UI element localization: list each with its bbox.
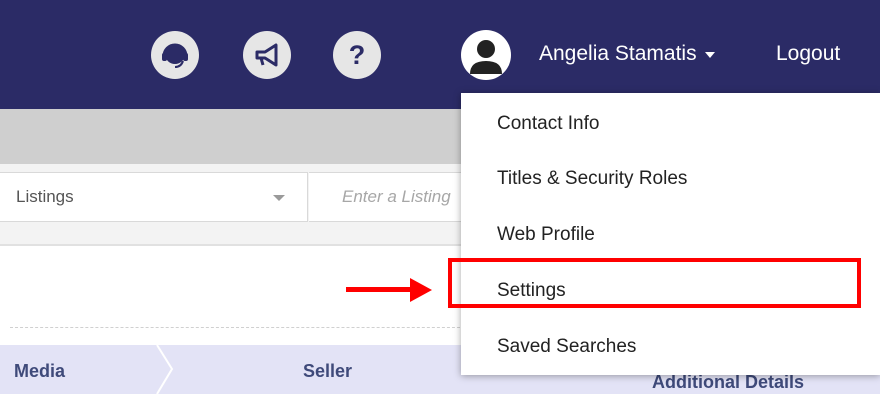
- announcements-button[interactable]: [243, 31, 291, 79]
- settings-highlight-box: [448, 258, 861, 308]
- megaphone-icon: [255, 43, 278, 67]
- menu-item-titles-security-roles[interactable]: Titles & Security Roles: [497, 168, 687, 190]
- menu-item-web-profile[interactable]: Web Profile: [497, 224, 595, 246]
- user-avatar[interactable]: [461, 30, 511, 80]
- user-dropdown-menu: Contact Info Titles & Security Roles Web…: [461, 93, 880, 375]
- annotation-arrow: [346, 287, 414, 292]
- search-type-value: Listings: [16, 187, 74, 206]
- annotation-arrow-head: [410, 278, 432, 302]
- tab-separator: [156, 345, 174, 394]
- support-button[interactable]: [151, 31, 199, 79]
- listing-search-input[interactable]: Enter a Listing: [309, 172, 469, 222]
- menu-item-saved-searches[interactable]: Saved Searches: [497, 336, 636, 358]
- tab-media[interactable]: Media: [14, 361, 65, 382]
- chevron-down-icon: [704, 52, 715, 58]
- help-icon: ?: [348, 39, 366, 70]
- menu-item-contact-info[interactable]: Contact Info: [497, 113, 599, 135]
- help-button[interactable]: ?: [333, 31, 381, 79]
- user-menu-toggle[interactable]: Angelia Stamatis: [539, 42, 715, 66]
- logout-link[interactable]: Logout: [776, 42, 840, 66]
- search-type-select[interactable]: Listings: [0, 172, 308, 222]
- tab-seller[interactable]: Seller: [303, 361, 352, 382]
- headset-icon: [162, 43, 188, 68]
- tab-additional-details[interactable]: Additional Details: [652, 372, 804, 393]
- user-name: Angelia Stamatis: [539, 42, 697, 65]
- section-divider: [10, 327, 465, 328]
- chevron-down-icon: [273, 195, 285, 201]
- user-avatar-icon: [470, 40, 502, 74]
